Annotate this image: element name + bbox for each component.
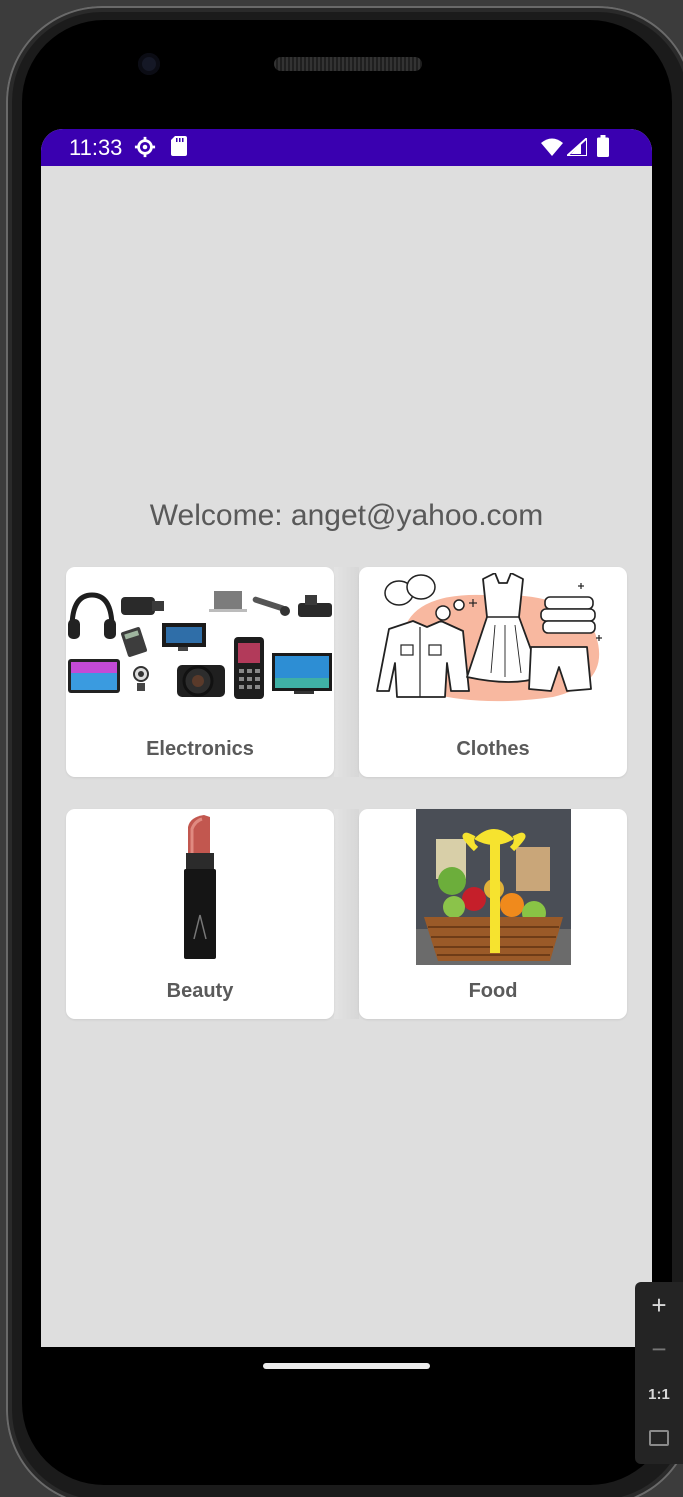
category-label: Clothes	[456, 738, 530, 760]
grid-gutter	[334, 809, 359, 1019]
zoom-out-button[interactable]: −	[635, 1334, 683, 1365]
category-card-electronics[interactable]: Electronics	[66, 567, 334, 777]
category-card-beauty[interactable]: Beauty	[66, 809, 334, 1019]
status-time: 11:33	[69, 135, 123, 160]
home-gesture-handle[interactable]	[263, 1363, 430, 1369]
app-screen: 11:33 Welcome: anget@yahoo.com Electroni…	[41, 129, 652, 1347]
navigation-bar	[41, 1347, 652, 1407]
fruit-basket-image	[416, 809, 571, 965]
signal-icon	[567, 138, 587, 156]
wifi-icon	[541, 138, 563, 156]
sd-card-icon	[171, 136, 187, 156]
earpiece-speaker	[274, 57, 422, 71]
battery-icon	[597, 135, 609, 157]
lipstick-image	[184, 815, 216, 959]
category-card-clothes[interactable]: Clothes	[359, 567, 627, 777]
electronics-image	[68, 591, 332, 699]
category-label: Food	[468, 980, 518, 1002]
zoom-in-button[interactable]: +	[635, 1290, 683, 1321]
emulator-stage: 11:33 Welcome: anget@yahoo.com Electroni…	[0, 0, 683, 1497]
emulator-zoom-panel: + − 1:1	[635, 1282, 683, 1464]
category-card-food[interactable]: Food	[359, 809, 627, 1019]
grid-gutter	[334, 567, 359, 777]
category-label: Electronics	[146, 738, 254, 760]
category-label: Beauty	[166, 980, 234, 1002]
settings-gear-icon	[134, 136, 156, 158]
actual-size-button[interactable]: 1:1	[635, 1386, 683, 1403]
fit-screen-icon[interactable]	[649, 1430, 669, 1446]
status-bar: 11:33	[41, 129, 652, 166]
front-camera	[138, 53, 160, 75]
clothes-image	[376, 573, 602, 702]
welcome-message: Welcome: anget@yahoo.com	[149, 499, 544, 532]
